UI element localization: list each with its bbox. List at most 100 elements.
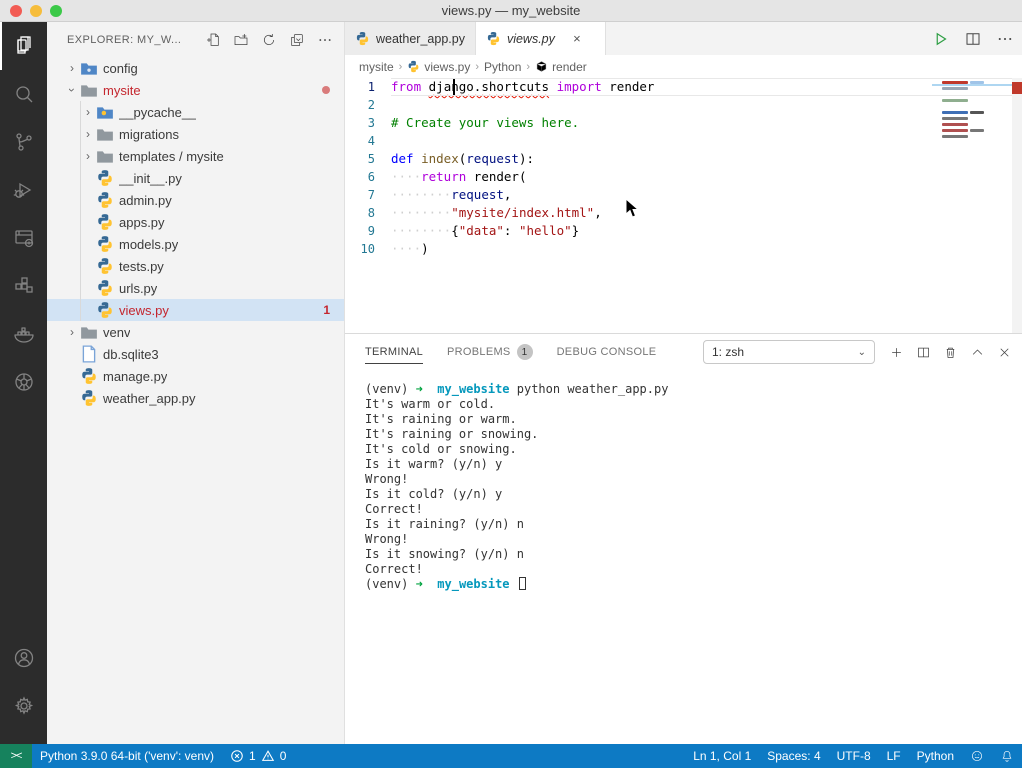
eol-status[interactable]: LF bbox=[879, 744, 909, 768]
panel-tab-problems[interactable]: PROBLEMS 1 bbox=[447, 334, 533, 370]
tree-item-manage-py[interactable]: manage.py bbox=[47, 365, 344, 387]
close-panel-icon[interactable] bbox=[997, 345, 1012, 360]
explorer-icon[interactable] bbox=[0, 22, 47, 70]
zoom-window-button[interactable] bbox=[50, 5, 62, 17]
minimap[interactable] bbox=[942, 81, 1006, 141]
line-number: 9 bbox=[367, 224, 375, 238]
tree-item-label: __init__.py bbox=[119, 170, 182, 186]
terminal-shell-select[interactable]: 1: zsh ⌄ bbox=[703, 340, 875, 364]
tree-item-label: config bbox=[103, 60, 138, 76]
shell-select-value: 1: zsh bbox=[712, 345, 745, 359]
feedback-icon[interactable] bbox=[962, 744, 992, 768]
file-tree: › config › mysite › __pycache__ › migrations › te… bbox=[47, 57, 344, 409]
tree-item-apps-py[interactable]: apps.py bbox=[47, 211, 344, 233]
code-editor[interactable]: 1 from django.shortcuts import render 2 3 # … bbox=[345, 78, 1022, 333]
remote-indicator[interactable]: >< bbox=[0, 744, 32, 768]
breadcrumb-python[interactable]: Python bbox=[484, 60, 521, 74]
code-line-1[interactable]: 1 from django.shortcuts import render bbox=[345, 78, 1022, 96]
source-control-icon[interactable] bbox=[0, 118, 47, 166]
more-icon[interactable] bbox=[314, 29, 336, 51]
tree-item-label: views.py bbox=[119, 302, 169, 318]
breadcrumb-separator: › bbox=[398, 60, 403, 73]
activity-bar bbox=[0, 22, 47, 744]
tree-item-migrations[interactable]: › migrations bbox=[47, 123, 344, 145]
line-number: 1 bbox=[367, 80, 375, 94]
code-text: ····return render( bbox=[391, 169, 527, 184]
tree-item-weather-app-py[interactable]: weather_app.py bbox=[47, 387, 344, 409]
chevron-collapsed-icon: › bbox=[70, 325, 74, 339]
text-cursor bbox=[453, 79, 455, 95]
terminal-line: Is it raining? (y/n) n bbox=[365, 517, 524, 531]
breadcrumb-render[interactable]: render bbox=[535, 60, 587, 74]
tree-item-config[interactable]: › config bbox=[47, 57, 344, 79]
tree-item-templates-mysite[interactable]: › templates / mysite bbox=[47, 145, 344, 167]
warning-icon bbox=[261, 750, 274, 761]
code-line-10[interactable]: 10 ····) bbox=[345, 240, 1022, 258]
settings-icon[interactable] bbox=[0, 682, 47, 730]
maximize-panel-icon[interactable] bbox=[970, 345, 985, 360]
breadcrumb-mysite[interactable]: mysite bbox=[359, 60, 394, 74]
tree-item--init-py[interactable]: __init__.py bbox=[47, 167, 344, 189]
python-interpreter-status[interactable]: Python 3.9.0 64-bit ('venv': venv) bbox=[32, 744, 222, 768]
chevron-collapsed-icon: › bbox=[86, 105, 90, 119]
chevron-collapsed-icon: › bbox=[70, 61, 74, 75]
tree-item-urls-py[interactable]: urls.py bbox=[47, 277, 344, 299]
close-window-button[interactable] bbox=[10, 5, 22, 17]
bell-icon[interactable] bbox=[992, 744, 1022, 768]
tree-item-models-py[interactable]: models.py bbox=[47, 233, 344, 255]
account-icon[interactable] bbox=[0, 634, 47, 682]
tab-weather-app-py[interactable]: weather_app.py bbox=[345, 22, 476, 55]
error-icon bbox=[231, 750, 243, 762]
new-terminal-icon[interactable] bbox=[889, 345, 904, 360]
code-line-6[interactable]: 6 ····return render( bbox=[345, 168, 1022, 186]
code-text: # Create your views here. bbox=[391, 115, 580, 130]
new-folder-icon[interactable] bbox=[230, 29, 252, 51]
panel-tab-debug-console[interactable]: DEBUG CONSOLE bbox=[557, 334, 657, 370]
terminal-output[interactable]: (venv) ➜ my_website python weather_app.p… bbox=[345, 370, 1022, 592]
problems-status[interactable]: 1 0 bbox=[222, 744, 294, 768]
code-line-4[interactable]: 4 bbox=[345, 132, 1022, 150]
more-actions-icon[interactable] bbox=[996, 30, 1014, 48]
minimize-window-button[interactable] bbox=[30, 5, 42, 17]
code-line-2[interactable]: 2 bbox=[345, 96, 1022, 114]
panel-tab-terminal[interactable]: TERMINAL bbox=[365, 334, 424, 370]
tree-item-admin-py[interactable]: admin.py bbox=[47, 189, 344, 211]
kubernetes-icon[interactable] bbox=[0, 358, 47, 406]
indentation-status[interactable]: Spaces: 4 bbox=[759, 744, 828, 768]
code-line-9[interactable]: 9 ········{"data": "hello"} bbox=[345, 222, 1022, 240]
remote-explorer-icon[interactable] bbox=[0, 214, 47, 262]
collapse-all-icon[interactable] bbox=[286, 29, 308, 51]
minimap-line bbox=[942, 99, 1006, 104]
code-line-3[interactable]: 3 # Create your views here. bbox=[345, 114, 1022, 132]
refresh-icon[interactable] bbox=[258, 29, 280, 51]
chevron-collapsed-icon: › bbox=[86, 149, 90, 163]
tab-views-py[interactable]: views.py × bbox=[475, 22, 606, 55]
tree-item-mysite[interactable]: › mysite bbox=[47, 79, 344, 101]
code-line-8[interactable]: 8 ········"mysite/index.html", bbox=[345, 204, 1022, 222]
tree-item--pycache-[interactable]: › __pycache__ bbox=[47, 101, 344, 123]
kill-terminal-icon[interactable] bbox=[943, 345, 958, 360]
new-file-icon[interactable] bbox=[202, 29, 224, 51]
docker-icon[interactable] bbox=[0, 310, 47, 358]
cursor-position-status[interactable]: Ln 1, Col 1 bbox=[685, 744, 759, 768]
tree-item-db-sqlite3[interactable]: db.sqlite3 bbox=[47, 343, 344, 365]
split-editor-icon[interactable] bbox=[964, 30, 982, 48]
tree-item-views-py[interactable]: views.py 1 bbox=[47, 299, 344, 321]
extensions-icon[interactable] bbox=[0, 262, 47, 310]
window-controls[interactable] bbox=[10, 5, 62, 17]
code-text: ········"mysite/index.html", bbox=[391, 205, 602, 220]
run-python-file-icon[interactable] bbox=[932, 30, 950, 48]
overview-ruler[interactable] bbox=[1012, 78, 1022, 333]
tree-item-venv[interactable]: › venv bbox=[47, 321, 344, 343]
language-mode-status[interactable]: Python bbox=[909, 744, 962, 768]
split-terminal-icon[interactable] bbox=[916, 345, 931, 360]
code-line-7[interactable]: 7 ········request, bbox=[345, 186, 1022, 204]
code-line-5[interactable]: 5 def index(request): bbox=[345, 150, 1022, 168]
breadcrumb-views-py[interactable]: views.py bbox=[407, 60, 470, 74]
run-debug-icon[interactable] bbox=[0, 166, 47, 214]
close-tab-icon[interactable]: × bbox=[569, 31, 585, 46]
encoding-status[interactable]: UTF-8 bbox=[829, 744, 879, 768]
search-icon[interactable] bbox=[0, 70, 47, 118]
tree-item-tests-py[interactable]: tests.py bbox=[47, 255, 344, 277]
